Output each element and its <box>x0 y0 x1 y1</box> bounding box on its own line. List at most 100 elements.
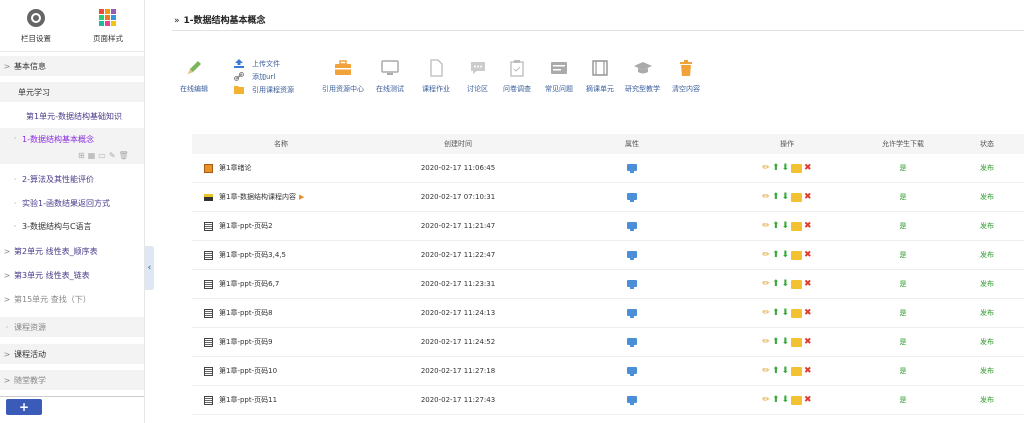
row-name-cell[interactable]: 第1章-ppt-页码2 <box>192 221 370 231</box>
edit-icon[interactable]: ✏ <box>762 192 770 202</box>
edit-icon[interactable]: ✏ <box>762 366 770 376</box>
research-teaching-button[interactable]: 研究型教学 <box>625 55 660 94</box>
grid-add-icon[interactable]: ⊞ <box>78 151 85 160</box>
sidebar-item-classroom-teaching[interactable]: > 随堂教学 <box>0 370 144 390</box>
add-url-link[interactable]: 添加url <box>234 70 294 83</box>
edit-icon[interactable]: ✏ <box>762 163 770 173</box>
faq-button[interactable]: 常见问题 <box>545 55 573 94</box>
table-row[interactable]: 第1章-ppt-页码2 2020-02-17 11:21:47 ✏ ⬆ ⬇ ✖ … <box>192 212 1024 241</box>
row-name-cell[interactable]: 第1章-ppt-页码3,4,5 <box>192 250 370 260</box>
move-up-icon[interactable]: ⬆ <box>772 337 780 347</box>
move-down-icon[interactable]: ⬇ <box>782 250 790 260</box>
move-down-icon[interactable]: ⬇ <box>782 366 790 376</box>
delete-icon[interactable]: ✖ <box>804 308 812 318</box>
table-row[interactable]: 第1章-ppt-页码6,7 2020-02-17 11:23:31 ✏ ⬆ ⬇ … <box>192 270 1024 299</box>
delete-icon[interactable]: ✖ <box>804 163 812 173</box>
sidebar-item-unit-learning[interactable]: 单元学习 <box>0 82 144 102</box>
cite-course-resource-link[interactable]: 引用课程资源 <box>234 83 294 96</box>
row-name[interactable]: 第1章-ppt-页码6,7 <box>219 279 279 289</box>
move-up-icon[interactable]: ⬆ <box>772 395 780 405</box>
move-up-icon[interactable]: ⬆ <box>772 163 780 173</box>
row-name[interactable]: 第1章-ppt-页码9 <box>219 337 273 347</box>
row-name-cell[interactable]: 第1章-ppt-页码10 <box>192 366 370 376</box>
table-row[interactable]: 第1章-ppt-页码10 2020-02-17 11:27:18 ✏ ⬆ ⬇ ✖… <box>192 357 1024 386</box>
row-name[interactable]: 第1章-ppt-页码2 <box>219 221 273 231</box>
row-name-cell[interactable]: 第1章-ppt-页码11 <box>192 395 370 405</box>
folder-move-icon[interactable] <box>791 395 803 405</box>
folder-move-icon[interactable] <box>791 337 803 347</box>
survey-button[interactable]: 问卷调查 <box>503 55 531 94</box>
table-row[interactable]: 第1章-数据结构课程内容 ▶ 2020-02-17 07:10:31 ✏ ⬆ ⬇… <box>192 183 1024 212</box>
online-edit-button[interactable]: 在线编辑 <box>180 55 208 94</box>
clear-content-button[interactable]: 清空内容 <box>672 55 700 94</box>
edit-icon[interactable]: ✏ <box>762 221 770 231</box>
table-row[interactable]: 第1章-ppt-页码3,4,5 2020-02-17 11:22:47 ✏ ⬆ … <box>192 241 1024 270</box>
row-name[interactable]: 第1章-ppt-页码3,4,5 <box>219 250 286 260</box>
table-row[interactable]: 第1章绪论 2020-02-17 11:06:45 ✏ ⬆ ⬇ ✖ 是 发布 <box>192 154 1024 183</box>
page-style-button[interactable]: 页面样式 <box>72 0 144 51</box>
folder-move-icon[interactable] <box>791 308 803 318</box>
delete-icon[interactable]: ✖ <box>804 250 812 260</box>
row-name-cell[interactable]: 第1章-ppt-页码9 <box>192 337 370 347</box>
excerpt-unit-button[interactable]: 摘课单元 <box>586 55 614 94</box>
online-test-button[interactable]: 在线测试 <box>376 55 404 94</box>
row-name-cell[interactable]: 第1章-ppt-页码6,7 <box>192 279 370 289</box>
edit-icon[interactable]: ✎ <box>109 151 116 160</box>
delete-icon[interactable]: ✖ <box>804 337 812 347</box>
sidebar-item-unit1[interactable]: 第1单元-数据结构基础知识 <box>0 106 144 126</box>
sidebar-item-unit3[interactable]: > 第3单元 线性表_链表 <box>0 266 144 284</box>
delete-icon[interactable]: ✖ <box>804 366 812 376</box>
sidebar-item-unit15[interactable]: > 第15单元 查找（下） <box>0 290 144 308</box>
course-assignment-button[interactable]: 课程作业 <box>422 55 450 94</box>
sidebar-item-lesson-algorithms[interactable]: · 2-算法及其性能评价 <box>0 170 144 188</box>
table-row[interactable]: 第1章-ppt-页码8 2020-02-17 11:24:13 ✏ ⬆ ⬇ ✖ … <box>192 299 1024 328</box>
move-up-icon[interactable]: ⬆ <box>772 192 780 202</box>
move-down-icon[interactable]: ⬇ <box>782 337 790 347</box>
table-row[interactable]: 第1章-ppt-页码11 2020-02-17 11:27:43 ✏ ⬆ ⬇ ✖… <box>192 386 1024 415</box>
edit-icon[interactable]: ✏ <box>762 395 770 405</box>
sidebar-item-unit2[interactable]: > 第2单元 线性表_顺序表 <box>0 242 144 260</box>
move-up-icon[interactable]: ⬆ <box>772 308 780 318</box>
delete-icon[interactable]: ✖ <box>804 221 812 231</box>
move-down-icon[interactable]: ⬇ <box>782 221 790 231</box>
folder-move-icon[interactable] <box>791 250 803 260</box>
sidebar-item-course-resources[interactable]: · 课程资源 <box>0 317 144 337</box>
monitor-icon[interactable]: ▭ <box>98 151 106 160</box>
column-settings-button[interactable]: 栏目设置 <box>0 0 72 51</box>
row-name[interactable]: 第1章-ppt-页码10 <box>219 366 277 376</box>
row-name-cell[interactable]: 第1章-数据结构课程内容 ▶ <box>192 192 370 202</box>
trash-icon[interactable]: 🗑 <box>119 151 129 160</box>
move-down-icon[interactable]: ⬇ <box>782 279 790 289</box>
row-name[interactable]: 第1章-ppt-页码11 <box>219 395 277 405</box>
delete-icon[interactable]: ✖ <box>804 279 812 289</box>
row-name-cell[interactable]: 第1章绪论 <box>192 163 370 173</box>
delete-icon[interactable]: ✖ <box>804 192 812 202</box>
folder-move-icon[interactable] <box>791 192 803 202</box>
table-row[interactable]: 第1章-ppt-页码9 2020-02-17 11:24:52 ✏ ⬆ ⬇ ✖ … <box>192 328 1024 357</box>
cite-resource-center-button[interactable]: 引用资源中心 <box>322 55 364 94</box>
collapse-sidebar-button[interactable]: ‹ <box>145 246 154 290</box>
add-button[interactable]: + <box>6 399 42 415</box>
move-up-icon[interactable]: ⬆ <box>772 221 780 231</box>
edit-icon[interactable]: ✏ <box>762 337 770 347</box>
row-name[interactable]: 第1章绪论 <box>219 163 251 173</box>
move-down-icon[interactable]: ⬇ <box>782 192 790 202</box>
row-name[interactable]: 第1章-数据结构课程内容 <box>219 192 296 202</box>
sidebar-item-course-activities[interactable]: > 课程活动 <box>0 344 144 364</box>
move-up-icon[interactable]: ⬆ <box>772 250 780 260</box>
folder-move-icon[interactable] <box>791 279 803 289</box>
move-down-icon[interactable]: ⬇ <box>782 163 790 173</box>
upload-file-link[interactable]: 上传文件 <box>234 57 294 70</box>
move-down-icon[interactable]: ⬇ <box>782 308 790 318</box>
delete-icon[interactable]: ✖ <box>804 395 812 405</box>
list-icon[interactable]: ▦ <box>88 151 96 160</box>
move-down-icon[interactable]: ⬇ <box>782 395 790 405</box>
sidebar-item-lesson-c[interactable]: · 3-数据结构与C语言 <box>0 217 144 235</box>
move-up-icon[interactable]: ⬆ <box>772 279 780 289</box>
edit-icon[interactable]: ✏ <box>762 279 770 289</box>
row-name-cell[interactable]: 第1章-ppt-页码8 <box>192 308 370 318</box>
folder-move-icon[interactable] <box>791 163 803 173</box>
sidebar-item-lab1[interactable]: · 实验1-函数结果返回方式 <box>0 194 144 212</box>
move-up-icon[interactable]: ⬆ <box>772 366 780 376</box>
edit-icon[interactable]: ✏ <box>762 250 770 260</box>
